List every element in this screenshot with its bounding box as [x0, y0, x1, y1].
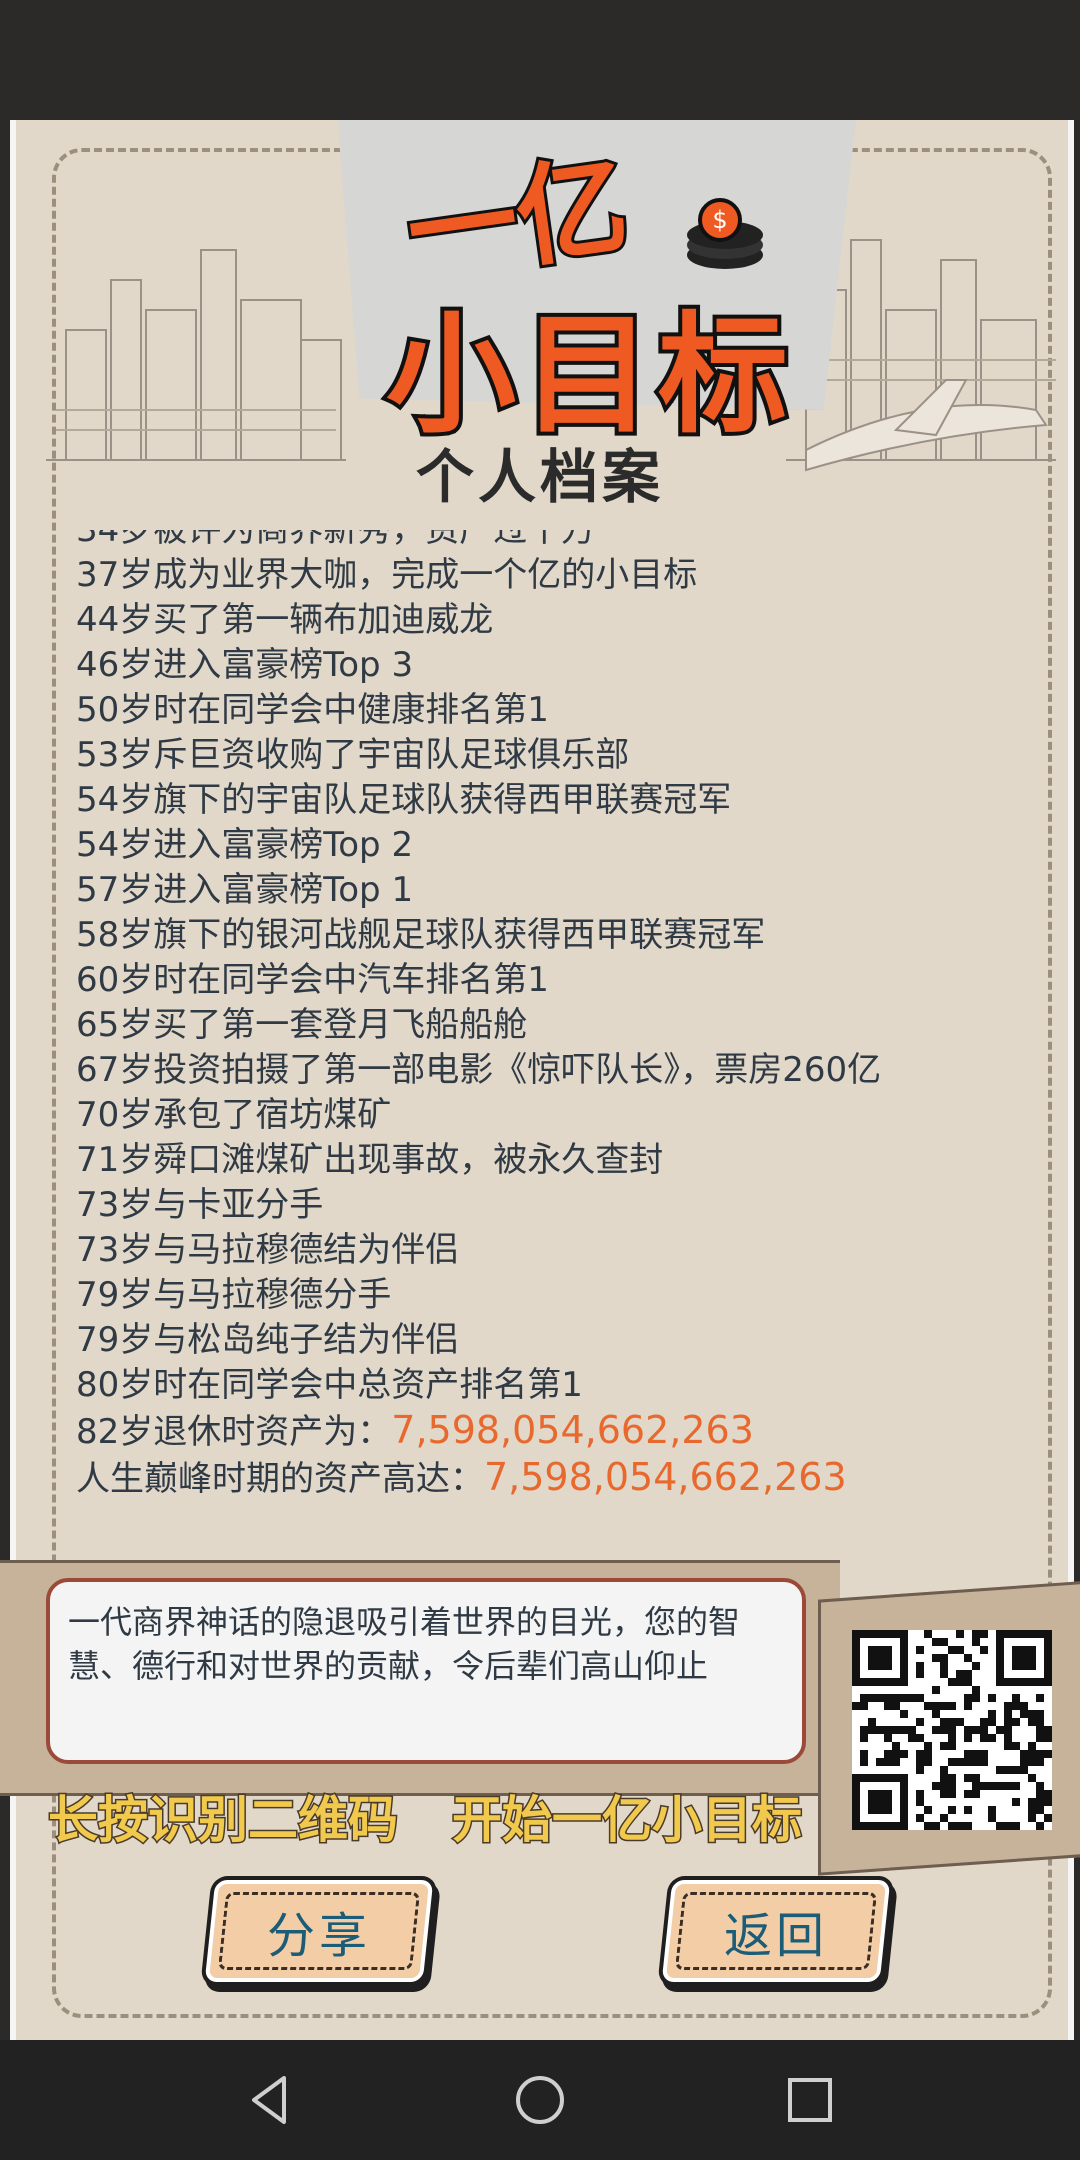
qr-code[interactable] [852, 1630, 1052, 1830]
page: 一亿 $ 小目标 个人档案 34岁被评为商界新秀，资产过十万 37岁成为业界大咖，… [0, 120, 1080, 2040]
page-title: 个人档案 [415, 443, 664, 511]
event-item: 46岁进入富豪榜Top 3 [76, 645, 414, 685]
event-item: 57岁进入富豪榜Top 1 [76, 870, 414, 910]
events-scroll: 34岁被评为商界新秀，资产过十万 37岁成为业界大咖，完成一个亿的小目标 44岁买了… [76, 530, 881, 1502]
event-item: 73岁与卡亚分手 [76, 1185, 324, 1225]
svg-text:$: $ [712, 206, 727, 234]
speech-bubble: 一代商界神话的隐退吸引着世界的目光，您的智慧、德行和对世界的贡献，令后辈们高山仰… [46, 1578, 806, 1764]
event-item: 60岁时在同学会中汽车排名第1 [76, 960, 549, 1000]
retire-asset-line: 82岁退休时资产为：7,598,054,662,263 [76, 1408, 881, 1455]
event-item: 34岁被评为商界新秀，资产过十万 [76, 530, 596, 550]
event-item: 71岁舜口滩煤矿出现事故，被永久查封 [76, 1140, 664, 1180]
event-item: 70岁承包了宿坊煤矿 [76, 1095, 392, 1135]
event-item: 44岁买了第一辆布加迪威龙 [76, 600, 494, 640]
retire-asset-line-value: 7,598,054,662,263 [391, 1408, 754, 1452]
event-item: 54岁进入富豪榜Top 2 [76, 825, 414, 865]
event-item: 58岁旗下的银河战舰足球队获得西甲联赛冠军 [76, 915, 766, 955]
event-item: 54岁旗下的宇宙队足球队获得西甲联赛冠军 [76, 780, 732, 820]
system-nav-bar [0, 2040, 1080, 2160]
peak-asset-line-value: 7,598,054,662,263 [484, 1455, 847, 1499]
event-item: 80岁时在同学会中总资产排名第1 [76, 1365, 583, 1405]
back-button[interactable]: 返回 [661, 1880, 891, 1982]
event-item: 67岁投资拍摄了第一部电影《惊吓队长》，票房260亿 [76, 1050, 882, 1090]
event-item: 65岁买了第一套登月飞船船舱 [76, 1005, 528, 1045]
retire-asset-line-label: 82岁退休时资产为： [76, 1412, 392, 1452]
event-item: 79岁与松岛纯子结为伴侣 [76, 1320, 460, 1360]
event-item: 79岁与马拉穆德分手 [76, 1275, 392, 1315]
hint-scan-qr: 长按识别二维码 [47, 1790, 400, 1851]
event-item: 37岁成为业界大咖，完成一个亿的小目标 [76, 555, 698, 595]
peak-asset-line: 人生巅峰时期的资产高达：7,598,054,662,263 [76, 1455, 881, 1502]
coins-icon: $ [687, 198, 763, 269]
share-button-label: 分享 [266, 1908, 371, 1964]
recents-square-icon[interactable] [780, 2070, 840, 2130]
home-circle-icon[interactable] [510, 2070, 570, 2130]
status-bar [0, 0, 1080, 120]
back-triangle-icon[interactable] [240, 2070, 300, 2130]
peak-asset-line-label: 人生巅峰时期的资产高达： [76, 1459, 484, 1499]
hint-start-game: 开始一亿小目标 [451, 1790, 804, 1851]
event-item: 50岁时在同学会中健康排名第1 [76, 690, 549, 730]
event-item: 73岁与马拉穆德结为伴侣 [76, 1230, 460, 1270]
event-item: 53岁斥巨资收购了宇宙队足球俱乐部 [76, 735, 630, 775]
life-events-list[interactable]: 34岁被评为商界新秀，资产过十万 37岁成为业界大咖，完成一个亿的小目标 44岁买了… [76, 530, 1036, 1540]
share-button[interactable]: 分享 [204, 1880, 434, 1982]
back-button-label: 返回 [723, 1908, 828, 1964]
